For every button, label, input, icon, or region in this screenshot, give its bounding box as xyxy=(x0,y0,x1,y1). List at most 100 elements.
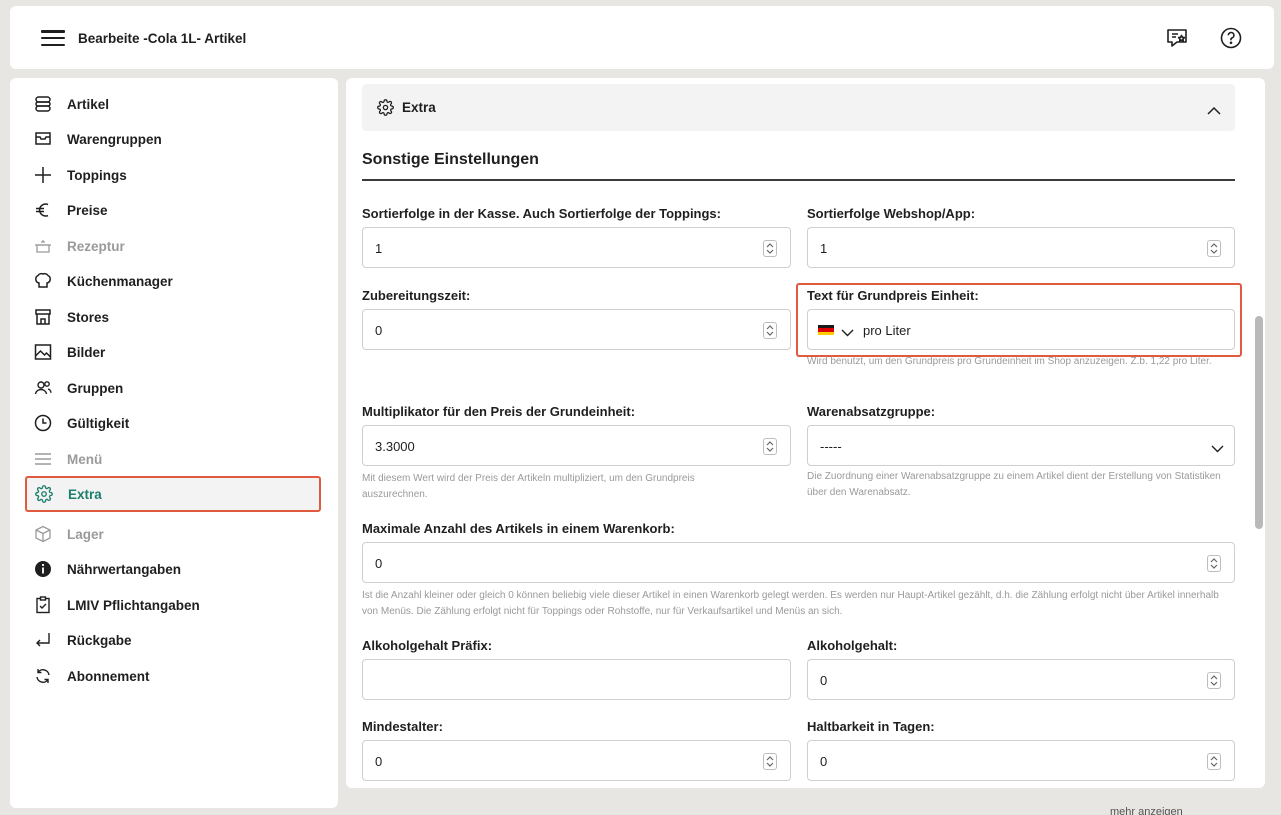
number-spinner[interactable] xyxy=(763,438,777,455)
chevron-down-icon[interactable] xyxy=(841,324,854,342)
field-value: 0 xyxy=(820,754,828,769)
field-value: ----- xyxy=(820,439,842,454)
sidebar-item-label: Abonnement xyxy=(67,668,150,684)
field-value: pro Liter xyxy=(863,323,911,338)
chevron-up-icon[interactable] xyxy=(1207,102,1221,120)
sidebar-item-label: Rückgabe xyxy=(67,632,132,648)
field-label: Alkoholgehalt: xyxy=(807,638,898,653)
field-value: 1 xyxy=(820,241,828,256)
sidebar-item-label: Extra xyxy=(68,486,102,502)
pot-icon xyxy=(34,237,52,255)
chef-hat-icon xyxy=(34,272,52,290)
field-value: 0 xyxy=(820,673,828,688)
box-icon xyxy=(34,525,52,543)
sales-group-select[interactable]: ----- xyxy=(807,425,1235,466)
field-label: Haltbarkeit in Tagen: xyxy=(807,719,935,734)
number-spinner[interactable] xyxy=(1207,240,1221,257)
sidebar-item-rueckgabe[interactable]: Rückgabe xyxy=(24,622,321,658)
number-spinner[interactable] xyxy=(763,240,777,257)
sidebar-item-gueltigkeit[interactable]: Gültigkeit xyxy=(24,405,321,441)
more-link[interactable]: mehr anzeigen xyxy=(1110,806,1183,815)
euro-icon xyxy=(34,201,52,219)
max-cart-input[interactable]: 0 xyxy=(362,542,1235,583)
field-label: Sortierfolge in der Kasse. Auch Sortierf… xyxy=(362,206,721,221)
sidebar-item-lmiv[interactable]: LMIV Pflichtangaben xyxy=(24,587,321,623)
german-flag-icon[interactable] xyxy=(818,325,834,335)
sidebar-item-label: Toppings xyxy=(67,167,127,183)
field-label: Alkoholgehalt Präfix: xyxy=(362,638,493,653)
sidebar-item-label: LMIV Pflichtangaben xyxy=(67,597,200,613)
number-spinner[interactable] xyxy=(763,322,777,339)
section-divider xyxy=(362,179,1235,181)
sidebar-item-toppings[interactable]: Toppings xyxy=(24,157,321,193)
sidebar-item-preise[interactable]: Preise xyxy=(24,192,321,228)
help-icon[interactable] xyxy=(1219,26,1243,50)
field-label: Text für Grundpreis Einheit: xyxy=(807,288,979,303)
sidebar-item-lager[interactable]: Lager xyxy=(24,516,321,552)
sidebar-item-bilder[interactable]: Bilder xyxy=(24,334,321,370)
menu-icon[interactable] xyxy=(41,30,65,47)
field-label: Sortierfolge Webshop/App: xyxy=(807,206,976,221)
users-icon xyxy=(34,379,52,397)
help-text: Wird benutzt, um den Grundpreis pro Grun… xyxy=(807,356,1212,367)
alc-input[interactable]: 0 xyxy=(807,659,1235,700)
number-spinner[interactable] xyxy=(1207,753,1221,770)
number-spinner[interactable] xyxy=(1207,555,1221,572)
accordion-title: Extra xyxy=(402,100,436,115)
field-value: 3.3000 xyxy=(375,439,415,454)
sidebar-item-label: Bilder xyxy=(67,344,106,360)
sidebar-item-warengruppen[interactable]: Warengruppen xyxy=(24,121,321,157)
field-label: Maximale Anzahl des Artikels in einem Wa… xyxy=(362,521,675,536)
prep-time-input[interactable]: 0 xyxy=(362,309,791,350)
sort-web-input[interactable]: 1 xyxy=(807,227,1235,268)
sidebar-item-label: Warengruppen xyxy=(67,131,162,147)
number-spinner[interactable] xyxy=(763,753,777,770)
sidebar-item-stores[interactable]: Stores xyxy=(24,299,321,335)
sidebar: Artikel Warengruppen Toppings Preise Rez… xyxy=(10,78,338,808)
refresh-icon xyxy=(34,667,52,685)
info-icon xyxy=(34,560,52,578)
field-value: 0 xyxy=(375,754,383,769)
sidebar-item-abonnement[interactable]: Abonnement xyxy=(24,658,321,694)
image-icon xyxy=(34,343,52,361)
sidebar-item-artikel[interactable]: Artikel xyxy=(24,86,321,122)
field-label: Multiplikator für den Preis der Grundein… xyxy=(362,404,636,419)
unit-text-input[interactable]: pro Liter xyxy=(807,309,1235,350)
number-spinner[interactable] xyxy=(1207,672,1221,689)
sort-pos-input[interactable]: 1 xyxy=(362,227,791,268)
help-text: Ist die Anzahl kleiner oder gleich 0 kön… xyxy=(362,590,1219,617)
top-bar: Bearbeite -Cola 1L- Artikel xyxy=(10,6,1274,69)
sidebar-item-label: Menü xyxy=(67,451,103,467)
help-text: Die Zuordnung einer Warenabsatzgruppe zu… xyxy=(807,471,1221,498)
main-panel: Extra Sonstige Einstellungen Sortierfolg… xyxy=(346,78,1265,788)
sidebar-item-label: Stores xyxy=(67,309,110,325)
sidebar-item-naehrwertangaben[interactable]: Nährwertangaben xyxy=(24,551,321,587)
alc-prefix-input[interactable] xyxy=(362,659,791,700)
sidebar-item-kuechenmanager[interactable]: Küchenmanager xyxy=(24,263,321,299)
feedback-icon[interactable] xyxy=(1165,26,1189,50)
sidebar-item-label: Rezeptur xyxy=(67,238,125,254)
accordion-extra[interactable]: Extra xyxy=(362,84,1235,131)
sidebar-item-label: Gültigkeit xyxy=(67,415,130,431)
sidebar-item-rezeptur[interactable]: Rezeptur xyxy=(24,228,321,264)
gear-icon xyxy=(35,485,53,503)
multiplier-input[interactable]: 3.3000 xyxy=(362,425,791,466)
min-age-input[interactable]: 0 xyxy=(362,740,791,781)
plus-icon xyxy=(34,166,52,184)
chevron-down-icon[interactable] xyxy=(1211,440,1224,458)
return-icon xyxy=(34,631,52,649)
section-title: Sonstige Einstellungen xyxy=(362,151,539,168)
clock-icon xyxy=(34,414,52,432)
sidebar-item-gruppen[interactable]: Gruppen xyxy=(24,370,321,406)
lines-icon xyxy=(34,450,52,468)
store-icon xyxy=(34,308,52,326)
field-value: 0 xyxy=(375,323,383,338)
sidebar-item-label: Preise xyxy=(67,202,108,218)
sidebar-item-menue[interactable]: Menü xyxy=(24,441,321,477)
scrollbar-thumb[interactable] xyxy=(1255,316,1263,529)
field-label: Warenabsatzgruppe: xyxy=(807,404,936,419)
field-value: 1 xyxy=(375,241,383,256)
sidebar-item-extra[interactable]: Extra xyxy=(25,476,321,512)
shelf-life-input[interactable]: 0 xyxy=(807,740,1235,781)
clipboard-icon xyxy=(34,596,52,614)
